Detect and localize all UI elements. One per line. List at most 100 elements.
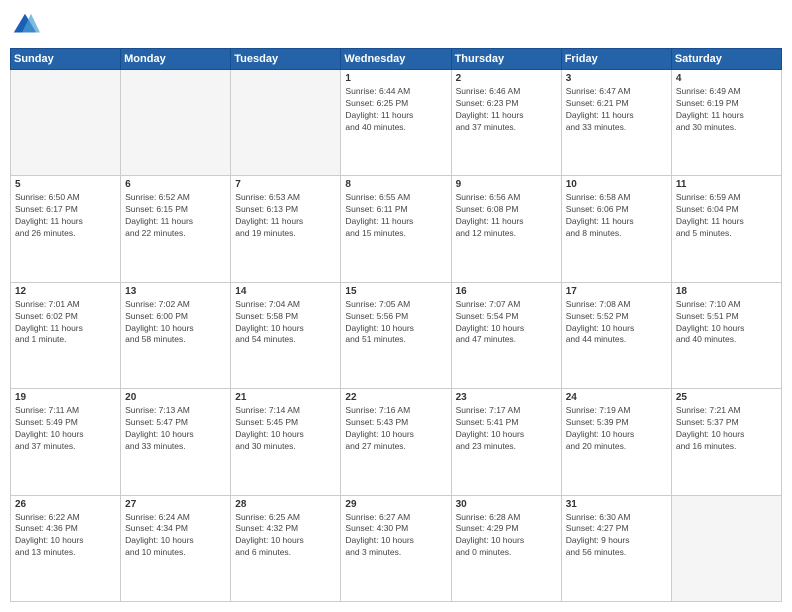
day-info: Sunrise: 7:21 AM Sunset: 5:37 PM Dayligh… [676,405,777,453]
week-row-1: 1Sunrise: 6:44 AM Sunset: 6:25 PM Daylig… [11,70,782,176]
weekday-header-row: SundayMondayTuesdayWednesdayThursdayFrid… [11,49,782,70]
day-info: Sunrise: 6:53 AM Sunset: 6:13 PM Dayligh… [235,192,336,240]
day-number: 20 [125,392,226,403]
day-number: 26 [15,499,116,510]
week-row-4: 19Sunrise: 7:11 AM Sunset: 5:49 PM Dayli… [11,389,782,495]
day-number: 1 [345,73,446,84]
day-number: 17 [566,286,667,297]
day-info: Sunrise: 6:46 AM Sunset: 6:23 PM Dayligh… [456,86,557,134]
day-info: Sunrise: 7:04 AM Sunset: 5:58 PM Dayligh… [235,299,336,347]
day-info: Sunrise: 6:49 AM Sunset: 6:19 PM Dayligh… [676,86,777,134]
day-info: Sunrise: 7:07 AM Sunset: 5:54 PM Dayligh… [456,299,557,347]
logo [10,10,42,40]
day-info: Sunrise: 7:14 AM Sunset: 5:45 PM Dayligh… [235,405,336,453]
calendar-cell [231,70,341,176]
calendar-cell: 23 Sunrise: 7:17 AM Sunset: 5:41 PM Dayli… [451,389,561,495]
week-row-2: 5 Sunrise: 6:50 AM Sunset: 6:17 PM Daylig… [11,176,782,282]
day-info: Sunrise: 7:19 AM Sunset: 5:39 PM Dayligh… [566,405,667,453]
weekday-header-thursday: Thursday [451,49,561,70]
weekday-header-wednesday: Wednesday [341,49,451,70]
calendar-cell: 26 Sunrise: 6:22 AM Sunset: 4:36 PM Dayli… [11,495,121,601]
day-number: 25 [676,392,777,403]
weekday-header-friday: Friday [561,49,671,70]
day-info: Sunrise: 6:55 AM Sunset: 6:11 PM Dayligh… [345,192,446,240]
day-info: Sunrise: 6:52 AM Sunset: 6:15 PM Dayligh… [125,192,226,240]
header [10,10,782,40]
day-info: Sunrise: 7:13 AM Sunset: 5:47 PM Dayligh… [125,405,226,453]
day-number: 28 [235,499,336,510]
calendar: SundayMondayTuesdayWednesdayThursdayFrid… [10,48,782,602]
day-number: 30 [456,499,557,510]
logo-icon [10,10,40,40]
calendar-cell: 8 Sunrise: 6:55 AM Sunset: 6:11 PM Daylig… [341,176,451,282]
week-row-3: 12 Sunrise: 7:01 AM Sunset: 6:02 PM Dayli… [11,282,782,388]
day-number: 19 [15,392,116,403]
day-number: 31 [566,499,667,510]
day-number: 24 [566,392,667,403]
day-number: 18 [676,286,777,297]
day-number: 27 [125,499,226,510]
weekday-header-tuesday: Tuesday [231,49,341,70]
day-info: Sunrise: 6:25 AM Sunset: 4:32 PM Dayligh… [235,512,336,560]
day-number: 5 [15,179,116,190]
calendar-cell: 13Sunrise: 7:02 AM Sunset: 6:00 PM Dayli… [121,282,231,388]
calendar-cell: 24 Sunrise: 7:19 AM Sunset: 5:39 PM Dayli… [561,389,671,495]
weekday-header-sunday: Sunday [11,49,121,70]
calendar-cell [11,70,121,176]
weekday-header-monday: Monday [121,49,231,70]
calendar-cell: 30 Sunrise: 6:28 AM Sunset: 4:29 PM Dayli… [451,495,561,601]
day-info: Sunrise: 7:16 AM Sunset: 5:43 PM Dayligh… [345,405,446,453]
calendar-cell: 16 Sunrise: 7:07 AM Sunset: 5:54 PM Dayli… [451,282,561,388]
day-number: 12 [15,286,116,297]
day-number: 3 [566,73,667,84]
week-row-5: 26 Sunrise: 6:22 AM Sunset: 4:36 PM Dayli… [11,495,782,601]
day-number: 2 [456,73,557,84]
calendar-cell: 9Sunrise: 6:56 AM Sunset: 6:08 PM Daylig… [451,176,561,282]
day-info: Sunrise: 7:05 AM Sunset: 5:56 PM Dayligh… [345,299,446,347]
day-info: Sunrise: 6:28 AM Sunset: 4:29 PM Dayligh… [456,512,557,560]
calendar-cell: 17 Sunrise: 7:08 AM Sunset: 5:52 PM Dayli… [561,282,671,388]
calendar-cell: 3Sunrise: 6:47 AM Sunset: 6:21 PM Daylig… [561,70,671,176]
calendar-cell: 12 Sunrise: 7:01 AM Sunset: 6:02 PM Dayli… [11,282,121,388]
page: SundayMondayTuesdayWednesdayThursdayFrid… [0,0,792,612]
calendar-cell: 21Sunrise: 7:14 AM Sunset: 5:45 PM Dayli… [231,389,341,495]
calendar-cell: 6Sunrise: 6:52 AM Sunset: 6:15 PM Daylig… [121,176,231,282]
calendar-cell: 4 Sunrise: 6:49 AM Sunset: 6:19 PM Daylig… [671,70,781,176]
calendar-cell: 19Sunrise: 7:11 AM Sunset: 5:49 PM Dayli… [11,389,121,495]
day-info: Sunrise: 6:24 AM Sunset: 4:34 PM Dayligh… [125,512,226,560]
day-number: 8 [345,179,446,190]
calendar-cell [121,70,231,176]
day-number: 22 [345,392,446,403]
calendar-cell: 14 Sunrise: 7:04 AM Sunset: 5:58 PM Dayli… [231,282,341,388]
day-info: Sunrise: 7:02 AM Sunset: 6:00 PM Dayligh… [125,299,226,347]
calendar-cell: 10Sunrise: 6:58 AM Sunset: 6:06 PM Dayli… [561,176,671,282]
day-number: 16 [456,286,557,297]
day-number: 23 [456,392,557,403]
day-number: 4 [676,73,777,84]
day-number: 7 [235,179,336,190]
calendar-cell: 28 Sunrise: 6:25 AM Sunset: 4:32 PM Dayli… [231,495,341,601]
calendar-cell: 11Sunrise: 6:59 AM Sunset: 6:04 PM Dayli… [671,176,781,282]
day-number: 14 [235,286,336,297]
day-info: Sunrise: 7:08 AM Sunset: 5:52 PM Dayligh… [566,299,667,347]
day-info: Sunrise: 6:22 AM Sunset: 4:36 PM Dayligh… [15,512,116,560]
calendar-cell: 22 Sunrise: 7:16 AM Sunset: 5:43 PM Dayli… [341,389,451,495]
calendar-cell: 20 Sunrise: 7:13 AM Sunset: 5:47 PM Dayli… [121,389,231,495]
calendar-cell: 1Sunrise: 6:44 AM Sunset: 6:25 PM Daylig… [341,70,451,176]
day-number: 11 [676,179,777,190]
day-number: 29 [345,499,446,510]
day-info: Sunrise: 7:01 AM Sunset: 6:02 PM Dayligh… [15,299,116,347]
day-info: Sunrise: 6:50 AM Sunset: 6:17 PM Dayligh… [15,192,116,240]
weekday-header-saturday: Saturday [671,49,781,70]
day-info: Sunrise: 6:56 AM Sunset: 6:08 PM Dayligh… [456,192,557,240]
day-info: Sunrise: 6:27 AM Sunset: 4:30 PM Dayligh… [345,512,446,560]
calendar-cell: 7 Sunrise: 6:53 AM Sunset: 6:13 PM Daylig… [231,176,341,282]
day-info: Sunrise: 6:30 AM Sunset: 4:27 PM Dayligh… [566,512,667,560]
day-info: Sunrise: 7:17 AM Sunset: 5:41 PM Dayligh… [456,405,557,453]
calendar-cell [671,495,781,601]
calendar-cell: 29 Sunrise: 6:27 AM Sunset: 4:30 PM Dayli… [341,495,451,601]
calendar-cell: 31 Sunrise: 6:30 AM Sunset: 4:27 PM Dayli… [561,495,671,601]
day-info: Sunrise: 7:10 AM Sunset: 5:51 PM Dayligh… [676,299,777,347]
day-number: 15 [345,286,446,297]
calendar-cell: 2 Sunrise: 6:46 AM Sunset: 6:23 PM Daylig… [451,70,561,176]
